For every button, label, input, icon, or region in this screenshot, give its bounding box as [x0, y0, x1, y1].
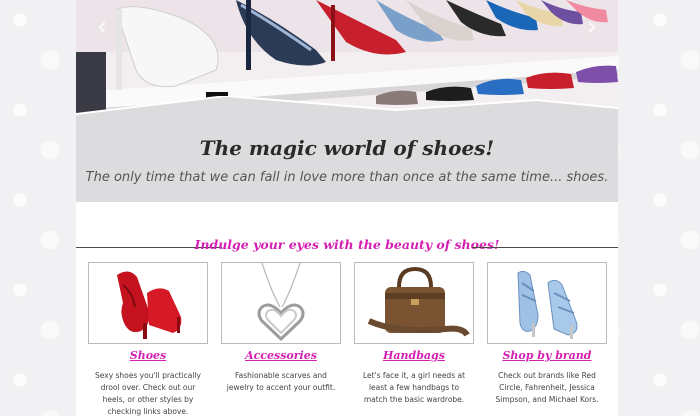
card-link-shoes[interactable]: Shoes — [88, 349, 208, 362]
banner-subtitle: The only time that we can fall in love m… — [85, 170, 609, 185]
section-heading: Indulge your eyes with the beauty of sho… — [194, 237, 500, 252]
card-description: Sexy shoes you'll practically drool over… — [95, 371, 201, 416]
card-accessories: Accessories Fashionable scarves and jewe… — [221, 262, 341, 394]
slider-next-button[interactable]: › — [580, 10, 604, 44]
brown-handbag-image[interactable] — [354, 262, 474, 344]
divider-line-right — [472, 247, 618, 248]
card-link-handbags[interactable]: Handbags — [354, 349, 474, 362]
card-link-accessories[interactable]: Accessories — [221, 349, 341, 362]
card-description: Fashionable scarves and jewelry to accen… — [226, 371, 336, 392]
card-description: Let's face it, a girl needs at least a f… — [362, 371, 466, 404]
card-link-shop-by-brand[interactable]: Shop by brand — [487, 349, 607, 362]
banner-title: The magic world of shoes! — [199, 136, 495, 160]
red-heels-image[interactable] — [88, 262, 208, 344]
banner-band: The magic world of shoes! The only time … — [76, 118, 618, 202]
card-description: Check out brands like Red Circle, Fahren… — [495, 371, 599, 404]
card-shop-by-brand: Shop by brand Check out brands like Red … — [487, 262, 607, 406]
card-handbags: Handbags Let's face it, a girl needs at … — [354, 262, 474, 406]
heart-necklace-image[interactable] — [221, 262, 341, 344]
slider-prev-button[interactable]: ‹ — [90, 10, 114, 44]
wave-divider — [76, 96, 618, 122]
section-divider: Indulge your eyes with the beauty of sho… — [76, 237, 618, 257]
card-shoes: Shoes Sexy shoes you'll practically droo… — [88, 262, 208, 416]
page-container: ‹ › The magic world of shoes! The only t… — [76, 0, 618, 416]
blue-sandals-image[interactable] — [487, 262, 607, 344]
